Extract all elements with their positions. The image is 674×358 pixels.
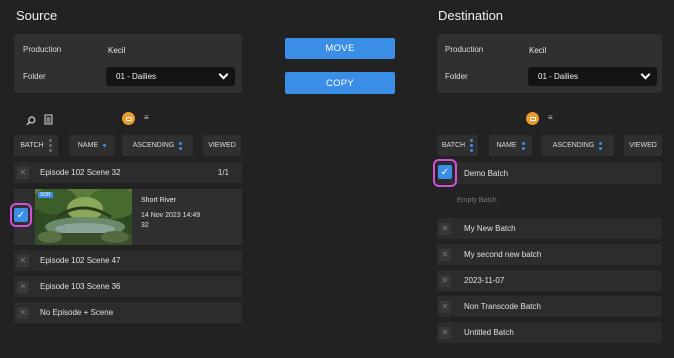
sort-indicator-icon [103, 144, 107, 147]
batch-row-label: Episode 102 Scene 32 [40, 168, 121, 177]
folder-select-value: 01 - Dailies [116, 72, 157, 81]
batch-label: Non Transcode Batch [464, 302, 541, 311]
clip-title: Short River [141, 197, 177, 204]
folder-label: Folder [23, 72, 46, 81]
sort-indicator-icon [521, 141, 525, 150]
batch-label: 2023-11-07 [464, 276, 505, 285]
production-label: Production [23, 45, 62, 54]
destination-batch-row[interactable]: ✕ Untitled Batch [437, 322, 662, 343]
grid-view-toggle[interactable] [526, 112, 539, 125]
batch-row-label: Episode 103 Scene 36 [40, 282, 121, 291]
grid-view-toggle[interactable] [122, 112, 135, 125]
batch-label: My New Batch [464, 224, 516, 233]
destination-batch-row[interactable]: ✕ My New Batch [437, 218, 662, 239]
chevron-down-icon [218, 69, 229, 80]
batch-row-ep103-36[interactable]: ✕ Episode 103 Scene 36 [14, 276, 242, 297]
destination-batch-row[interactable]: ✕ My second new batch [437, 244, 662, 265]
sort-order[interactable]: ASCENDING [122, 135, 193, 156]
sort-name[interactable]: NAME [69, 135, 115, 156]
source-title: Source [16, 8, 58, 23]
sort-order-label: ASCENDING [552, 142, 595, 149]
close-icon[interactable]: ✕ [439, 222, 451, 235]
clip-checkbox[interactable]: ✓ [14, 208, 28, 222]
demo-batch-checkbox[interactable]: ✓ [438, 165, 452, 179]
batch-row-label: Episode 102 Scene 47 [40, 256, 121, 265]
sort-viewed-label: VIEWED [629, 142, 657, 149]
source-settings-panel: Production Kecil Folder 01 - Dailies [14, 34, 242, 93]
batch-row-ep102-47[interactable]: ✕ Episode 102 Scene 47 [14, 250, 242, 271]
clip-thumbnail: SDR [35, 189, 132, 245]
destination-batch-demo[interactable]: Demo Batch [437, 162, 662, 184]
list-view-icon[interactable]: ≡ [144, 113, 149, 122]
empty-batch-label: Empty Batch [457, 197, 497, 204]
clip-number: 32 [141, 222, 149, 229]
batch-label: My second new batch [464, 250, 542, 259]
batch-row-ep102-32[interactable]: ✕ Episode 102 Scene 32 1/1 [14, 162, 242, 183]
move-button[interactable]: MOVE [285, 38, 395, 59]
sort-name-label: NAME [77, 142, 99, 149]
list-view-icon[interactable]: ≡ [548, 113, 553, 122]
folder-select-value: 01 - Dailies [538, 72, 579, 81]
sort-batch-label: BATCH [20, 142, 44, 149]
batch-row-count: 1/1 [217, 168, 229, 177]
sort-arrows-icon [470, 139, 474, 152]
clip-card[interactable]: SDR Short River 14 Nov 2023 14:49 32 [14, 189, 242, 245]
destination-title: Destination [438, 8, 504, 23]
close-icon[interactable]: ✕ [17, 254, 29, 267]
chevron-down-icon [640, 69, 651, 80]
thumbnail-icon [529, 116, 536, 121]
folder-select[interactable]: 01 - Dailies [106, 67, 235, 86]
close-icon[interactable]: ✕ [439, 248, 451, 261]
sort-batch[interactable]: BATCH [14, 135, 58, 156]
folder-select[interactable]: 01 - Dailies [528, 67, 657, 86]
clip-date: 14 Nov 2023 14:49 [141, 212, 201, 219]
batch-label: Untitled Batch [464, 328, 514, 337]
batch-row-no-episode[interactable]: ✕ No Episode + Scene [14, 302, 242, 323]
close-icon[interactable]: ✕ [439, 274, 451, 287]
sort-arrows-icon [48, 139, 52, 152]
sort-order-arrows-icon [599, 141, 603, 150]
destination-batch-row[interactable]: ✕ Non Transcode Batch [437, 296, 662, 317]
sdr-badge: SDR [38, 192, 53, 198]
batch-row-label: No Episode + Scene [40, 308, 114, 317]
destination-batch-row[interactable]: ✕ 2023-11-07 [437, 270, 662, 291]
close-icon[interactable]: ✕ [17, 166, 29, 179]
batch-label: Demo Batch [464, 168, 509, 178]
production-value: Kecil [108, 46, 126, 55]
sort-name-label: NAME [496, 142, 517, 149]
sort-viewed[interactable]: VIEWED [624, 135, 662, 156]
sort-name[interactable]: NAME [489, 135, 532, 156]
sort-batch[interactable]: BATCH [437, 135, 478, 156]
document-icon[interactable] [44, 112, 53, 125]
production-label: Production [445, 45, 484, 54]
destination-settings-panel: Production Kecil Folder 01 - Dailies [437, 34, 662, 93]
close-icon[interactable]: ✕ [439, 300, 451, 313]
search-icon[interactable] [26, 113, 36, 126]
sort-order-arrows-icon [179, 141, 183, 150]
sort-order-label: ASCENDING [132, 142, 175, 149]
thumbnail-icon [125, 116, 132, 121]
close-icon[interactable]: ✕ [17, 280, 29, 293]
sort-batch-label: BATCH [441, 142, 466, 149]
sort-viewed-label: VIEWED [208, 142, 236, 149]
sort-order[interactable]: ASCENDING [541, 135, 614, 156]
close-icon[interactable]: ✕ [17, 306, 29, 319]
sort-viewed[interactable]: VIEWED [203, 135, 241, 156]
folder-label: Folder [445, 72, 468, 81]
copy-button[interactable]: COPY [285, 72, 395, 94]
production-value: Kecil [529, 46, 547, 55]
close-icon[interactable]: ✕ [439, 326, 451, 339]
